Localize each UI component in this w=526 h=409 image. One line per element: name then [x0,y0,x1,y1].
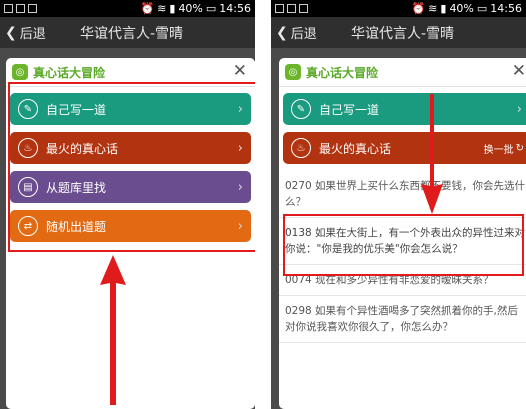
alarm-icon: ⏰ [140,2,155,15]
right-phone-screen: ⏰ ≋ ▮ 40% ▭ 14:56 ❮ 后退 华谊代言人-雪晴 ◎ 真心话大冒险… [271,0,526,409]
chevron-right-icon: › [237,179,243,195]
option-menu: ✎ 自己写一道 › ♨ 最火的真心话 换一批 ↻ [279,87,526,164]
app-logo-icon: ◎ [285,64,301,80]
hottest-truths-button[interactable]: ♨ 最火的真心话 换一批 ↻ [283,132,526,164]
status-bar: ⏰ ≋ ▮ 40% ▭ 14:56 [271,0,526,17]
dialog-header: ◎ 真心话大冒险 ✕ [6,58,255,87]
close-icon[interactable]: ✕ [512,61,526,81]
notification-icon [4,4,13,13]
button-label: 自己写一道 [319,102,380,117]
button-label: 从题库里找 [46,180,107,195]
fire-icon: ♨ [18,138,38,158]
clock: 14:56 [219,2,251,15]
book-icon: ▤ [18,177,38,197]
question-item[interactable]: 0270 如果世界上买什么东西都不要钱，你会先选什么？ [279,171,526,218]
dialog-title: 真心话大冒险 [306,65,379,80]
battery-icon: ▭ [205,2,217,15]
question-item[interactable]: 0138 如果在大街上，有一个外表出众的异性过来对你说："你是我的优乐美"你会怎… [279,218,526,265]
wifi-icon: ≋ [428,2,438,15]
close-icon[interactable]: ✕ [233,61,247,81]
status-bar: ⏰ ≋ ▮ 40% ▭ 14:56 [0,0,255,17]
truth-or-dare-dialog: ◎ 真心话大冒险 ✕ ✎ 自己写一道 › ♨ 最火的真心话 换一批 ↻ 0270… [279,58,526,409]
write-own-button[interactable]: ✎ 自己写一道 › [10,93,251,125]
hottest-truths-button[interactable]: ♨ 最火的真心话 › [10,132,251,164]
nav-bar: ❮ 后退 华谊代言人-雪晴 [0,17,255,48]
refresh-label: 换一批 [483,144,514,156]
battery-percent: 40% [449,2,474,15]
truth-or-dare-dialog: ◎ 真心话大冒险 ✕ ✎ 自己写一道 › ♨ 最火的真心话 › ▤ 从题库里找 … [6,58,255,409]
question-item[interactable]: 0074 现在和多少异性有非恋爱的暧昧关系？ [279,265,526,296]
clock: 14:56 [490,2,522,15]
random-question-button[interactable]: ⇄ 随机出道题 › [10,210,251,242]
chevron-right-icon: › [516,101,522,117]
notification-icon [299,4,308,13]
chevron-right-icon: › [237,101,243,117]
notification-icon [287,4,296,13]
back-arrow-icon: ❮ [5,24,17,41]
page-title: 华谊代言人-雪晴 [351,25,455,42]
signal-icon: ▮ [169,2,176,15]
battery-percent: 40% [178,2,203,15]
refresh-batch-button[interactable]: 换一批 ↻ [484,141,524,156]
pencil-icon: ✎ [18,99,38,119]
notification-icons [275,4,308,13]
back-arrow-icon: ❮ [276,24,288,41]
notification-icon [275,4,284,13]
dialog-title: 真心话大冒险 [33,65,106,80]
shuffle-icon: ⇄ [18,216,38,236]
nav-bar: ❮ 后退 华谊代言人-雪晴 [271,17,526,48]
page-title: 华谊代言人-雪晴 [80,25,184,42]
chevron-right-icon: › [237,218,243,234]
notification-icon [28,4,37,13]
app-logo-icon: ◎ [12,64,28,80]
chevron-right-icon: › [237,140,243,156]
button-label: 随机出道题 [46,219,107,234]
dialog-header: ◎ 真心话大冒险 ✕ [279,58,526,87]
option-menu: ✎ 自己写一道 › ♨ 最火的真心话 › ▤ 从题库里找 › ⇄ 随机出道题 › [6,87,255,242]
question-list: 0270 如果世界上买什么东西都不要钱，你会先选什么？ 0138 如果在大街上，… [279,171,526,343]
battery-icon: ▭ [476,2,488,15]
alarm-icon: ⏰ [411,2,426,15]
signal-icon: ▮ [440,2,447,15]
fire-icon: ♨ [291,138,311,158]
refresh-icon: ↻ [515,142,524,154]
wifi-icon: ≋ [157,2,167,15]
notification-icon [16,4,25,13]
back-button[interactable]: ❮ 后退 [0,23,46,43]
button-label: 最火的真心话 [319,141,392,156]
back-button[interactable]: ❮ 后退 [271,23,317,43]
back-label: 后退 [290,27,317,42]
write-own-button[interactable]: ✎ 自己写一道 › [283,93,526,125]
left-phone-screen: ⏰ ≋ ▮ 40% ▭ 14:56 ❮ 后退 华谊代言人-雪晴 ◎ 真心话大冒险… [0,0,255,409]
button-label: 最火的真心话 [46,141,119,156]
notification-icons [4,4,37,13]
pencil-icon: ✎ [291,99,311,119]
button-label: 自己写一道 [46,102,107,117]
back-label: 后退 [19,27,46,42]
question-bank-button[interactable]: ▤ 从题库里找 › [10,171,251,203]
question-item[interactable]: 0298 如果有个异性酒喝多了突然抓着你的手,然后对你说我喜欢你很久了，你怎么办… [279,296,526,343]
